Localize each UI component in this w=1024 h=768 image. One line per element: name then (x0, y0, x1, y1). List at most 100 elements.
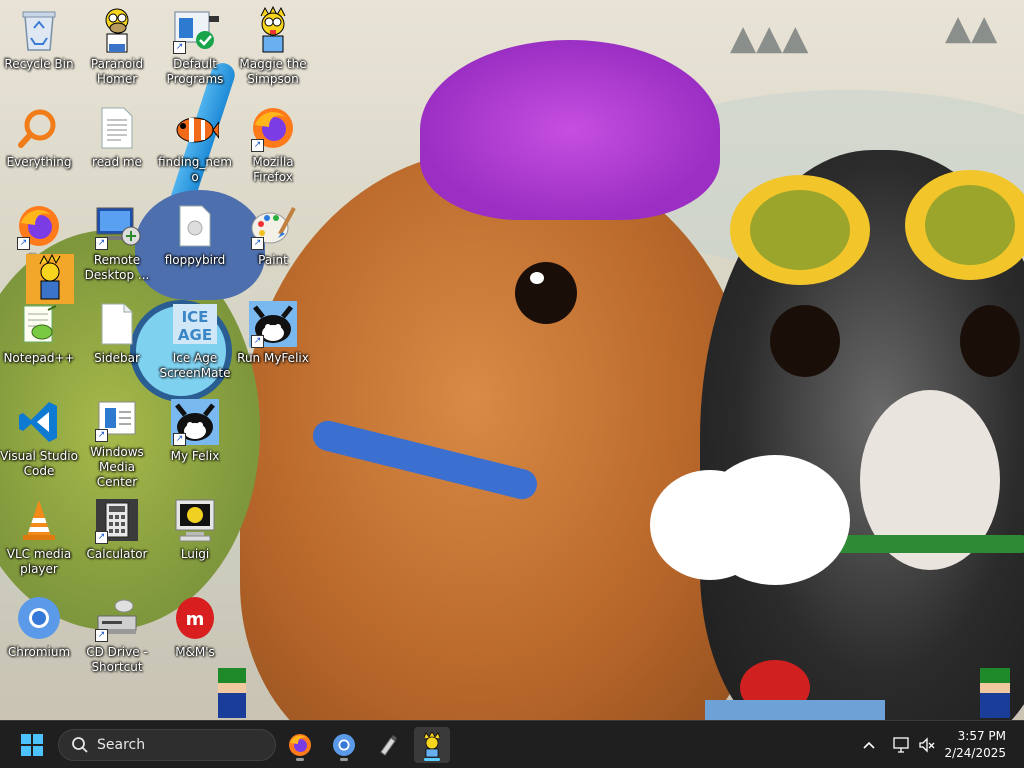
search-label: Search (97, 737, 146, 753)
remote-desktop-icon: ↗ (93, 202, 141, 250)
firefox-icon (289, 734, 311, 756)
desktop-icon-label: Ice Age ScreenMate (159, 351, 231, 380)
taskbar-app-usb-drive[interactable] (370, 727, 406, 763)
chromium-icon (15, 594, 63, 642)
desktop-icon-mozilla-firefox[interactable]: ↗ Mozilla Firefox (234, 100, 312, 194)
chevron-up-icon (863, 741, 875, 749)
media-center-icon: ↗ (93, 398, 141, 442)
vscode-icon (15, 398, 63, 446)
default-programs-icon: ↗ (171, 6, 219, 54)
felix-cat-icon: ↗ (171, 398, 219, 446)
taskbar: Search 3:57 PM 2/24/2025 (0, 720, 1024, 768)
shortcut-arrow-icon: ↗ (251, 237, 264, 250)
taskbar-app-chromium[interactable] (326, 727, 362, 763)
desktop-icon-label: Maggie the Simpson (239, 57, 307, 86)
desktop-icon-luigi[interactable]: Luigi (156, 492, 234, 586)
firefox-icon: ↗ (249, 104, 297, 152)
volume-button[interactable] (914, 727, 940, 763)
svg-text:AGE: AGE (178, 326, 212, 344)
shortcut-arrow-icon: ↗ (173, 41, 186, 54)
start-button[interactable] (14, 727, 50, 763)
desktop-icon-recycle-bin[interactable]: Recycle Bin (0, 2, 78, 96)
desktop-icon-notepad-plus-plus[interactable]: Notepad++ (0, 296, 78, 390)
homer-icon (93, 6, 141, 54)
calculator-icon: ↗ (93, 496, 141, 544)
windows-logo-icon (21, 734, 43, 756)
recycle-bin-icon (15, 6, 63, 54)
mm-candy-icon: m (171, 594, 219, 642)
desktop-icon-label: Recycle Bin (4, 57, 74, 71)
notepad-plus-plus-icon (15, 300, 63, 348)
desktop-icon-label: Paranoid Homer (90, 57, 144, 86)
desktop-icon-ice-age-screenmate[interactable]: ICE AGE Ice Age ScreenMate (156, 296, 234, 390)
chromium-icon (333, 734, 355, 756)
desktop-icon-vlc[interactable]: VLC media player (0, 492, 78, 586)
active-indicator (424, 758, 440, 761)
taskbar-search-box[interactable]: Search (58, 729, 276, 761)
running-indicator (340, 758, 348, 761)
desktop-icon-label: Everything (6, 155, 72, 169)
desktop-icon-label: Mozilla Firefox (252, 155, 294, 184)
luigi-computer-icon (171, 496, 219, 544)
desktop-icon-label: Sidebar (94, 351, 140, 365)
desktop-icon-label: My Felix (170, 449, 220, 463)
desktop-icon-finding-nemo[interactable]: finding_nemo (156, 100, 234, 194)
desktop-icon-run-myfelix[interactable]: ↗ Run MyFelix (234, 296, 312, 390)
desktop-icon-label: Remote Desktop ... (84, 253, 150, 282)
shortcut-arrow-icon: ↗ (95, 531, 108, 544)
desktop-icon-chromium[interactable]: Chromium (0, 590, 78, 684)
desktop-icon-sidebar[interactable]: Sidebar (78, 296, 156, 390)
volume-muted-icon (919, 737, 935, 753)
clock[interactable]: 3:57 PM 2/24/2025 (944, 728, 1006, 762)
text-file-icon (93, 104, 141, 152)
desktop-icon-windows-media-center[interactable]: ↗ Windows Media Center (78, 394, 156, 489)
shortcut-arrow-icon: ↗ (95, 237, 108, 250)
desktop-icon-vscode[interactable]: Visual Studio Code (0, 394, 78, 488)
shortcut-arrow-icon: ↗ (173, 433, 186, 446)
maggie-icon (423, 732, 441, 758)
desktop-icon-maggie[interactable]: Maggie the Simpson (234, 2, 312, 96)
desktop-icon-label: Notepad++ (3, 351, 75, 365)
blank-file-icon (93, 300, 141, 348)
nemo-icon (171, 104, 219, 152)
desktop-icon-label: finding_nemo (157, 155, 232, 184)
desktop-icon-read-me[interactable]: read me (78, 100, 156, 194)
desktop-icon-paint[interactable]: ↗ Paint (234, 198, 312, 292)
desktop-icon-label: Run MyFelix (237, 351, 309, 365)
desktop-icon-label: Paint (258, 253, 288, 267)
network-status-button[interactable] (888, 727, 914, 763)
desktop-icon-label: read me (92, 155, 142, 169)
felix-cat-icon: ↗ (249, 300, 297, 348)
svg-text:m: m (186, 609, 205, 630)
desktop-icon-my-felix[interactable]: ↗ My Felix (156, 394, 234, 488)
desktop-icon-label: floppybird (164, 253, 226, 267)
desktop-icon-label: Windows Media Center (90, 445, 144, 489)
desktop-icon-mms[interactable]: m M&M's (156, 590, 234, 684)
desktop-icon-remote-desktop[interactable]: ↗ Remote Desktop ... (78, 198, 156, 292)
taskbar-app-firefox[interactable] (282, 727, 318, 763)
clock-date: 2/24/2025 (944, 746, 1006, 760)
desktop-icon-floppybird[interactable]: floppybird (156, 198, 234, 292)
taskbar-app-maggie[interactable] (414, 727, 450, 763)
maggie-icon (249, 6, 297, 54)
desktop-icon-label: M&M's (175, 645, 215, 659)
usb-drive-icon (380, 735, 397, 756)
desktop-icon-calculator[interactable]: ↗ Calculator (78, 492, 156, 586)
firefox-icon: ↗ (15, 202, 63, 250)
desktop-icon-label: CD Drive - Shortcut (86, 645, 148, 674)
desktop-icon-paranoid-homer[interactable]: Paranoid Homer (78, 2, 156, 96)
desktop-icon-label: Default Programs (166, 57, 224, 86)
show-hidden-icons-button[interactable] (856, 727, 882, 763)
vlc-cone-icon (15, 496, 63, 544)
desktop-icon-everything[interactable]: Everything (0, 100, 78, 194)
shortcut-arrow-icon: ↗ (251, 335, 264, 348)
desktop-icon-label: VLC media player (6, 547, 72, 576)
desktop-icon-default-programs[interactable]: ↗ Default Programs (156, 2, 234, 96)
desktop-icon-label: Chromium (7, 645, 71, 659)
shortcut-arrow-icon: ↗ (17, 237, 30, 250)
desktop-icon-label: Visual Studio Code (0, 449, 78, 478)
running-indicator (296, 758, 304, 761)
shortcut-arrow-icon: ↗ (95, 629, 108, 642)
desktop-icon-cd-drive[interactable]: ↗ CD Drive - Shortcut (78, 590, 156, 684)
network-icon (893, 737, 909, 753)
